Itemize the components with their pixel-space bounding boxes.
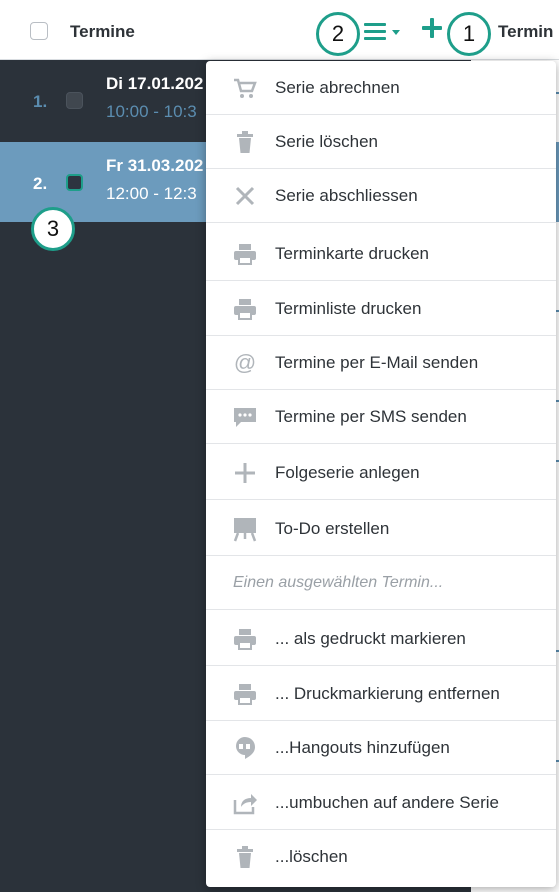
menu-item-label: ...Hangouts hinzufügen: [275, 737, 450, 757]
printer-icon: [232, 296, 258, 322]
menu-item-label: Serie abschliessen: [275, 185, 418, 205]
row-checkbox[interactable]: [66, 92, 83, 109]
menu-item-druckmarkierung-entfernen[interactable]: ... Druckmarkierung entfernen: [206, 667, 556, 721]
row-date: Fr 31.03.202: [106, 156, 204, 175]
header-right-label: Termin: [498, 22, 554, 41]
actions-dropdown: Serie abrechnen Serie löschen Serie absc…: [206, 61, 556, 887]
plus-icon: [232, 460, 258, 486]
menu-toggle-icon[interactable]: [364, 22, 404, 44]
menu-item-label: Folgeserie anlegen: [275, 462, 420, 482]
menu-item-label: To-Do erstellen: [275, 518, 390, 538]
menu-item-serie-abrechnen[interactable]: Serie abrechnen: [206, 61, 556, 115]
menu-item-als-gedruckt-markieren[interactable]: ... als gedruckt markieren: [206, 612, 556, 666]
trash-icon: [232, 844, 258, 870]
callout-marker-2: 2: [316, 12, 360, 56]
cart-icon: [232, 75, 258, 101]
add-icon[interactable]: [420, 16, 444, 40]
menu-item-label: Termine per E-Mail senden: [275, 352, 479, 372]
menu-item-serie-loeschen[interactable]: Serie löschen: [206, 115, 556, 169]
row-checkbox[interactable]: [66, 174, 83, 191]
row-date: Di 17.01.202: [106, 74, 204, 93]
menu-item-label: Terminkarte drucken: [275, 243, 430, 263]
printer-icon: [232, 681, 258, 707]
menu-item-label: ... Druckmarkierung entfernen: [275, 683, 500, 703]
select-all-checkbox[interactable]: [30, 22, 48, 40]
menu-item-loeschen[interactable]: ...löschen: [206, 830, 556, 884]
callout-marker-3: 3: [31, 207, 75, 251]
menu-item-email-senden[interactable]: @ Termine per E-Mail senden: [206, 336, 556, 390]
row-number: 1.: [33, 92, 48, 111]
printer-icon: [232, 241, 258, 267]
menu-item-label: Serie löschen: [275, 131, 379, 151]
menu-item-hangouts-hinzufuegen[interactable]: ...Hangouts hinzufügen: [206, 721, 556, 775]
header-title: Termine: [70, 22, 135, 41]
section-header: Einen ausgewählten Termin...: [206, 556, 556, 610]
menu-item-label: Termine per SMS senden: [275, 406, 467, 426]
menu-item-label: Serie abrechnen: [275, 77, 400, 97]
menu-item-label: Terminliste drucken: [275, 298, 422, 318]
hangouts-icon: [232, 735, 258, 761]
section-label: Einen ausgewählten Termin...: [233, 573, 444, 591]
row-time: 12:00 - 12:3: [106, 184, 197, 203]
menu-item-folgeserie-anlegen[interactable]: Folgeserie anlegen: [206, 446, 556, 500]
printer-icon: [232, 626, 258, 652]
chevron-down-icon: [392, 30, 400, 35]
share-icon: [232, 790, 258, 816]
menu-item-todo-erstellen[interactable]: To-Do erstellen: [206, 502, 556, 556]
menu-item-label: ... als gedruckt markieren: [275, 628, 466, 648]
menu-item-label: ...löschen: [275, 847, 348, 866]
menu-item-sms-senden[interactable]: Termine per SMS senden: [206, 390, 556, 444]
row-number: 2.: [33, 174, 48, 193]
menu-item-serie-abschliessen[interactable]: Serie abschliessen: [206, 169, 556, 223]
trash-icon: [232, 129, 258, 155]
menu-item-umbuchen[interactable]: ...umbuchen auf andere Serie: [206, 776, 556, 830]
row-time: 10:00 - 10:3: [106, 102, 197, 121]
menu-item-label: ...umbuchen auf andere Serie: [275, 792, 499, 812]
chat-icon: [232, 404, 258, 430]
easel-icon: [232, 516, 258, 542]
close-icon: [232, 183, 258, 209]
callout-marker-1: 1: [447, 12, 491, 56]
menu-item-terminkarte-drucken[interactable]: Terminkarte drucken: [206, 227, 556, 281]
at-icon: @: [233, 349, 257, 375]
menu-item-terminliste-drucken[interactable]: Terminliste drucken: [206, 282, 556, 336]
